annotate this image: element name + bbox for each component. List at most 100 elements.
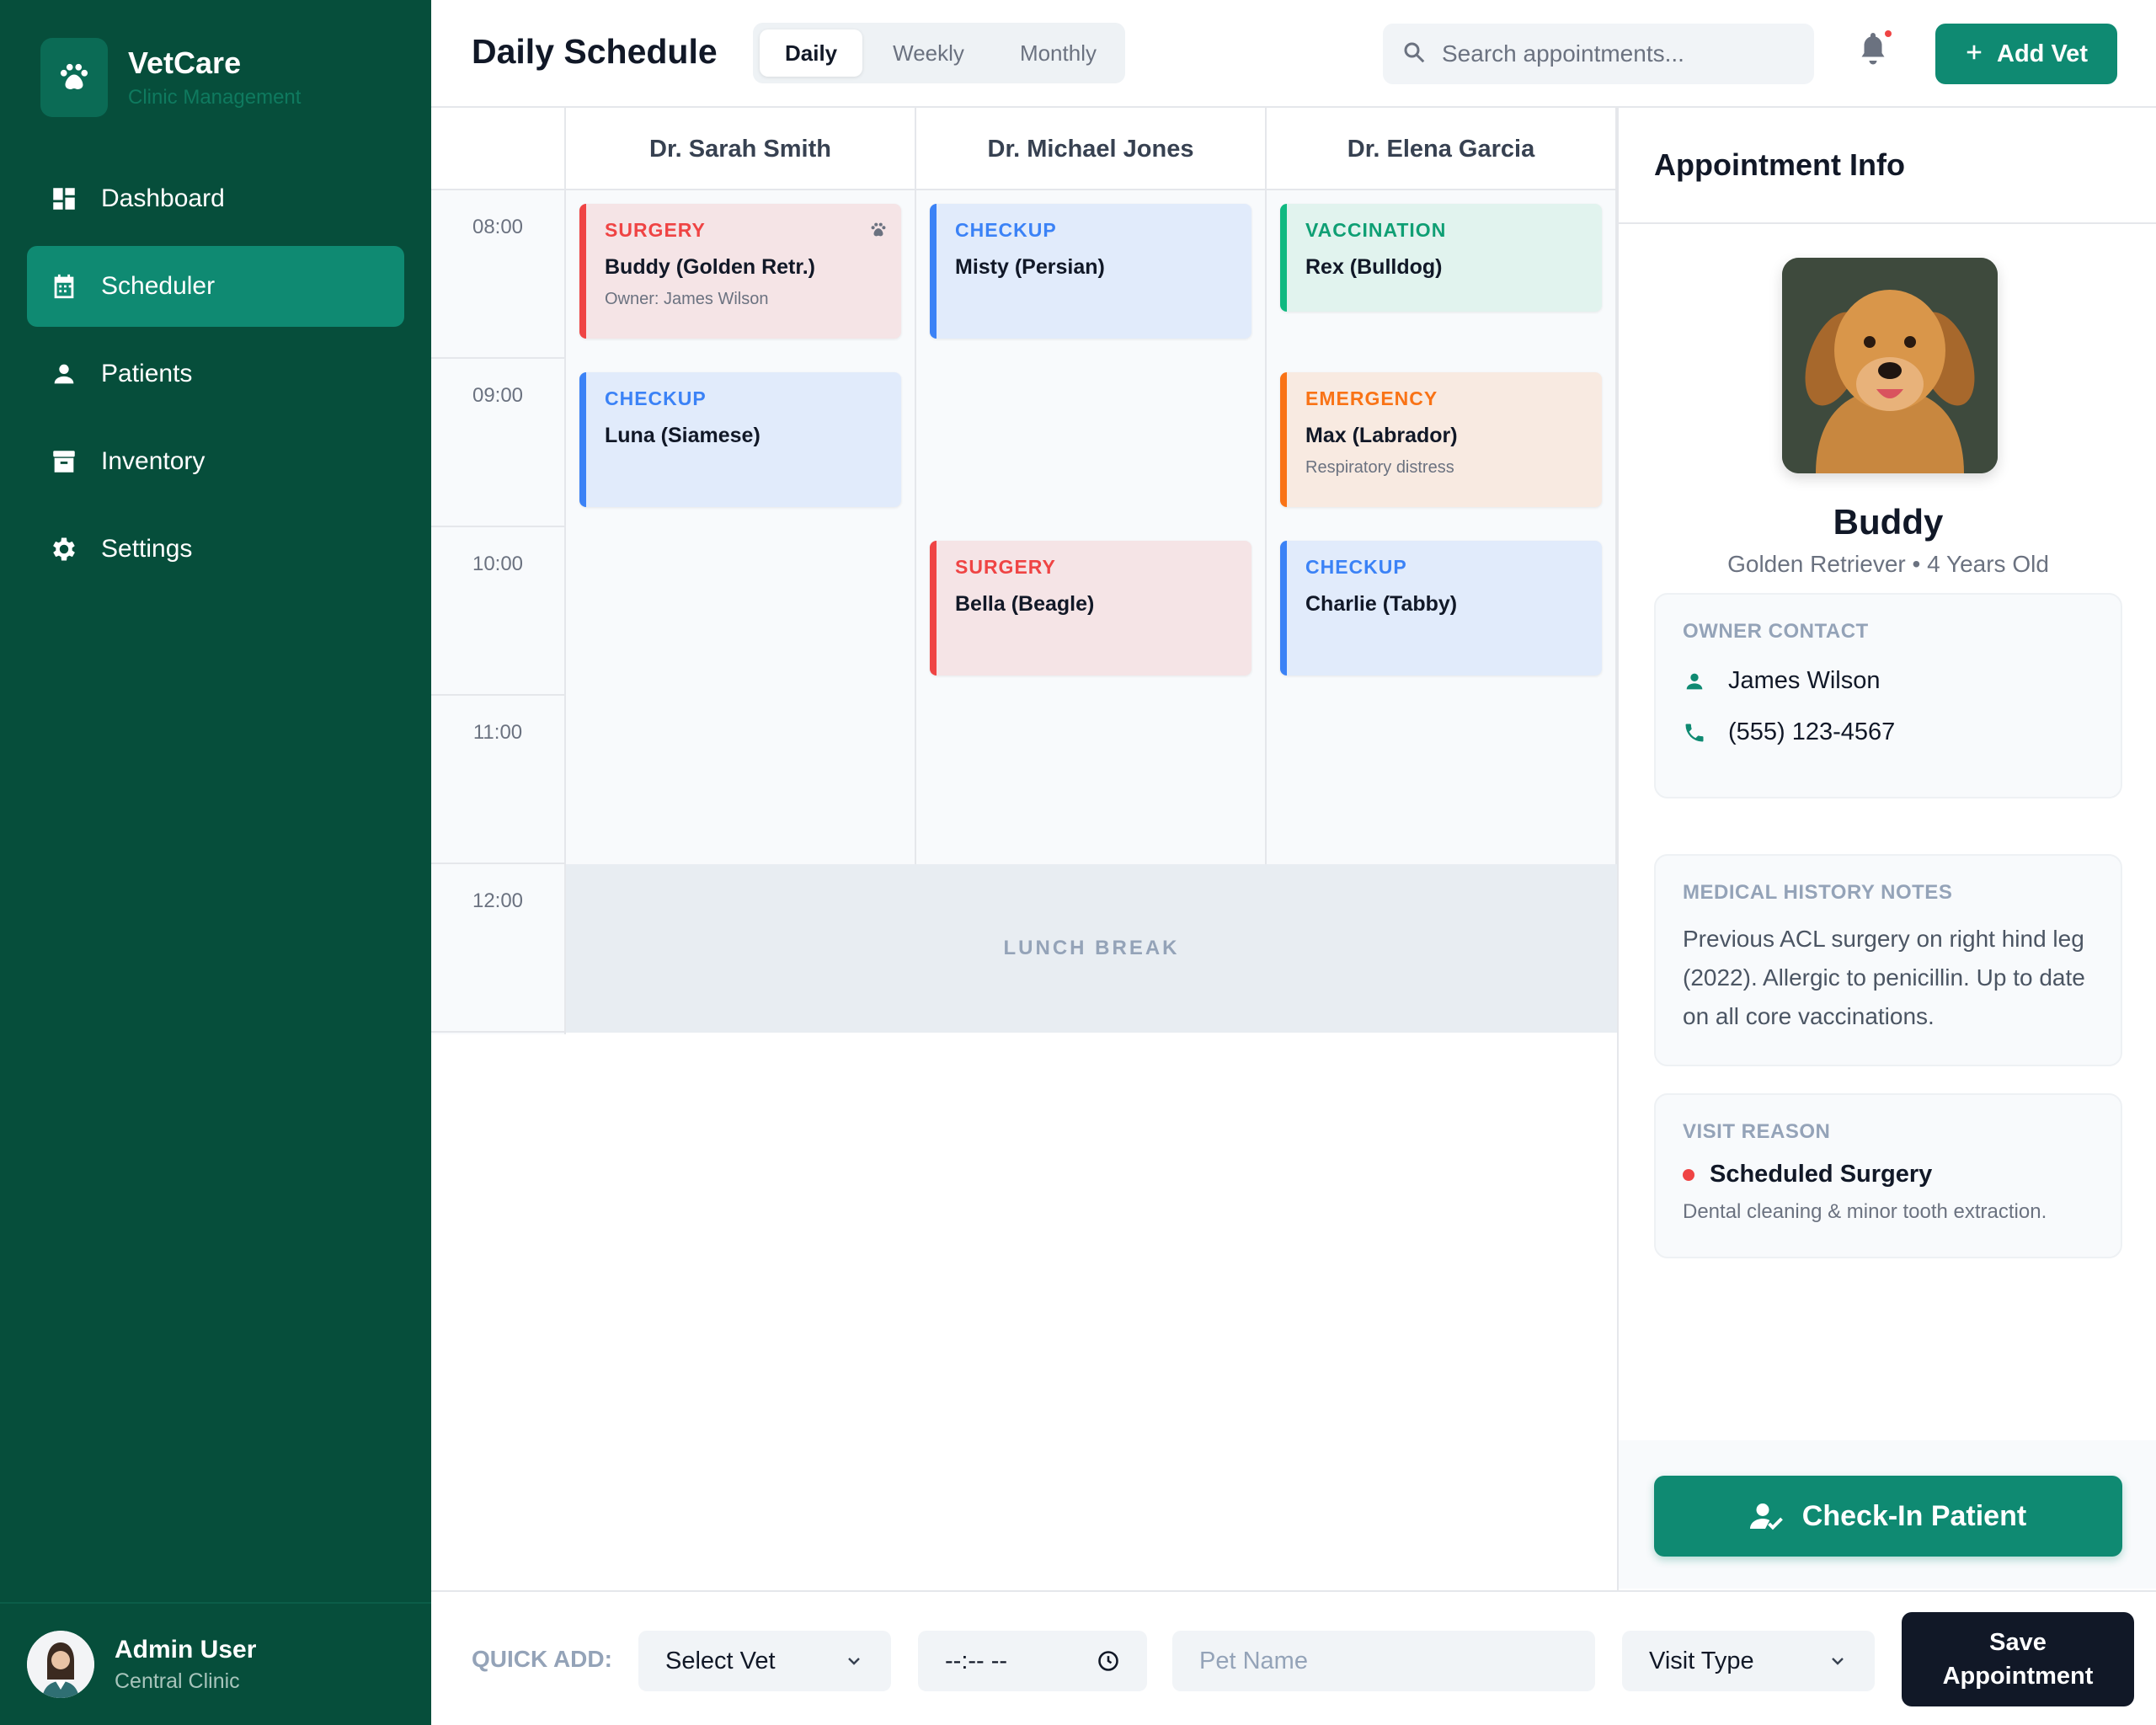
time-label: 09:00 <box>431 359 564 527</box>
quick-add-bar: QUICK ADD: Select Vet --:-- -- Pet Name … <box>431 1590 2156 1725</box>
visit-reason-description: Dental cleaning & minor tooth extraction… <box>1683 1200 2047 1223</box>
sidebar-item-scheduler[interactable]: Scheduler <box>27 246 404 327</box>
pet-breed: Golden Retriever <box>1727 551 1906 577</box>
notification-bell-icon[interactable] <box>1858 30 1892 69</box>
time-slot[interactable] <box>566 527 916 696</box>
separator-dot: • <box>1912 551 1928 577</box>
time-slot[interactable]: CHECKUP Misty (Persian) <box>916 190 1267 359</box>
medical-history-card: MEDICAL HISTORY NOTES Previous ACL surge… <box>1654 854 2122 1066</box>
tab-monthly[interactable]: Monthly <box>995 29 1122 77</box>
appointment-pet: Max (Labrador) <box>1305 424 1458 447</box>
archive-icon <box>49 446 79 477</box>
time-column-header <box>431 108 564 190</box>
tab-weekly[interactable]: Weekly <box>867 29 990 77</box>
sidebar-item-settings[interactable]: Settings <box>27 509 404 590</box>
sidebar-item-patients[interactable]: Patients <box>27 334 404 414</box>
sidebar-nav: Dashboard Scheduler Patients Inventory S… <box>27 158 404 596</box>
owner-phone: (555) 123-4567 <box>1728 718 1896 745</box>
pet-details: Golden Retriever • 4 Years Old <box>1619 551 2156 578</box>
select-vet-dropdown[interactable]: Select Vet <box>638 1631 891 1691</box>
appointment-card[interactable]: SURGERY Buddy (Golden Retr.) Owner: Jame… <box>579 204 901 339</box>
status-dot <box>1683 1168 1694 1181</box>
time-input[interactable]: --:-- -- <box>918 1631 1147 1691</box>
notification-dot <box>1885 30 1892 37</box>
time-label: 10:00 <box>431 527 564 696</box>
paw-logo-icon <box>40 38 108 117</box>
schedule-grid: 08:00 09:00 10:00 11:00 12:00 Dr. Sarah … <box>431 108 1617 1034</box>
pet-name-input[interactable]: Pet Name <box>1172 1631 1595 1691</box>
appointment-card[interactable]: SURGERY Bella (Beagle) <box>930 541 1251 676</box>
appointment-info-panel: Appointment Info Buddy Golden Retriever … <box>1617 108 2156 1590</box>
user-profile[interactable]: Admin User Central Clinic <box>0 1602 431 1725</box>
brand-title: VetCare <box>128 45 242 80</box>
dashboard-icon <box>49 184 79 214</box>
search-input[interactable] <box>1442 40 1779 67</box>
time-slot[interactable] <box>916 696 1267 864</box>
slot-grid: SURGERY Buddy (Golden Retr.) Owner: Jame… <box>566 190 1617 1033</box>
time-slot[interactable]: SURGERY Buddy (Golden Retr.) Owner: Jame… <box>566 190 916 359</box>
vet-header-row: Dr. Sarah Smith Dr. Michael Jones Dr. El… <box>566 108 1617 190</box>
header: Daily Schedule Daily Weekly Monthly Add … <box>431 0 2156 108</box>
tab-daily[interactable]: Daily <box>760 29 863 77</box>
add-vet-button[interactable]: Add Vet <box>1935 24 2117 84</box>
panel-title: Appointment Info <box>1619 108 2156 224</box>
appointment-card[interactable]: VACCINATION Rex (Bulldog) <box>1280 204 1602 312</box>
chevron-down-icon <box>1832 1658 1844 1665</box>
sidebar-item-label: Scheduler <box>101 272 216 300</box>
pet-name-placeholder: Pet Name <box>1199 1647 1308 1674</box>
calendar-icon <box>49 271 79 302</box>
appointment-type: CHECKUP <box>1305 556 1407 578</box>
plus-icon <box>1965 40 1983 68</box>
check-in-label: Check-In Patient <box>1801 1499 2027 1532</box>
appointment-pet: Misty (Persian) <box>955 255 1105 279</box>
time-slot[interactable]: SURGERY Bella (Beagle) <box>916 527 1267 696</box>
save-appointment-button[interactable]: Save Appointment <box>1902 1612 2134 1706</box>
card-title: VISIT REASON <box>1683 1120 1831 1143</box>
time-slot[interactable]: CHECKUP Luna (Siamese) <box>566 359 916 527</box>
person-icon <box>49 359 79 389</box>
time-slot[interactable] <box>566 696 916 864</box>
gear-icon <box>49 534 79 564</box>
vet-column-header: Dr. Elena Garcia <box>1267 108 1617 190</box>
appointment-pet: Charlie (Tabby) <box>1305 592 1458 616</box>
appointment-card[interactable]: CHECKUP Charlie (Tabby) <box>1280 541 1602 676</box>
time-slot[interactable] <box>916 359 1267 527</box>
pet-age: 4 Years Old <box>1927 551 2049 577</box>
time-row: SURGERY Buddy (Golden Retr.) Owner: Jame… <box>566 190 1617 359</box>
visit-type-dropdown[interactable]: Visit Type <box>1622 1631 1875 1691</box>
check-in-patient-button[interactable]: Check-In Patient <box>1654 1476 2122 1557</box>
vet-column-header: Dr. Michael Jones <box>916 108 1267 190</box>
appointment-pet: Luna (Siamese) <box>605 424 760 447</box>
user-check-icon <box>1749 1503 1783 1530</box>
time-row <box>566 696 1617 864</box>
appointment-type: CHECKUP <box>605 387 707 409</box>
appointment-card[interactable]: CHECKUP Misty (Persian) <box>930 204 1251 339</box>
appointment-card[interactable]: EMERGENCY Max (Labrador) Respiratory dis… <box>1280 372 1602 507</box>
time-slot[interactable]: CHECKUP Charlie (Tabby) <box>1267 527 1617 696</box>
owner-phone-row[interactable]: (555) 123-4567 <box>1683 718 2094 746</box>
time-row: SURGERY Bella (Beagle) CHECKUP Charlie (… <box>566 527 1617 696</box>
app: VetCare Clinic Management Dashboard Sche… <box>0 0 2156 1725</box>
clock-icon <box>1098 1651 1118 1671</box>
time-slot[interactable] <box>1267 696 1617 864</box>
card-title: MEDICAL HISTORY NOTES <box>1683 881 1953 904</box>
time-label: 08:00 <box>431 190 564 359</box>
sidebar-item-inventory[interactable]: Inventory <box>27 421 404 502</box>
appointment-type: SURGERY <box>605 219 706 241</box>
time-slot[interactable]: EMERGENCY Max (Labrador) Respiratory dis… <box>1267 359 1617 527</box>
checkin-footer: Check-In Patient <box>1619 1440 2156 1589</box>
pet-name: Buddy <box>1833 502 1944 542</box>
owner-name-row: James Wilson <box>1683 667 2094 695</box>
time-slot[interactable]: VACCINATION Rex (Bulldog) <box>1267 190 1617 359</box>
brand-subtitle: Clinic Management <box>128 86 302 109</box>
pet-photo <box>1782 258 1998 473</box>
appointment-card[interactable]: CHECKUP Luna (Siamese) <box>579 372 901 507</box>
visit-reason-card: VISIT REASON Scheduled Surgery Dental cl… <box>1654 1093 2122 1258</box>
sidebar-item-dashboard[interactable]: Dashboard <box>27 158 404 239</box>
time-value: --:-- -- <box>945 1647 1008 1674</box>
appointment-type: VACCINATION <box>1305 219 1447 241</box>
owner-name: James Wilson <box>1728 667 1881 694</box>
sidebar-item-label: Inventory <box>101 447 205 475</box>
page-title: Daily Schedule <box>472 32 718 71</box>
lunch-break: LUNCH BREAK <box>566 864 1617 1033</box>
